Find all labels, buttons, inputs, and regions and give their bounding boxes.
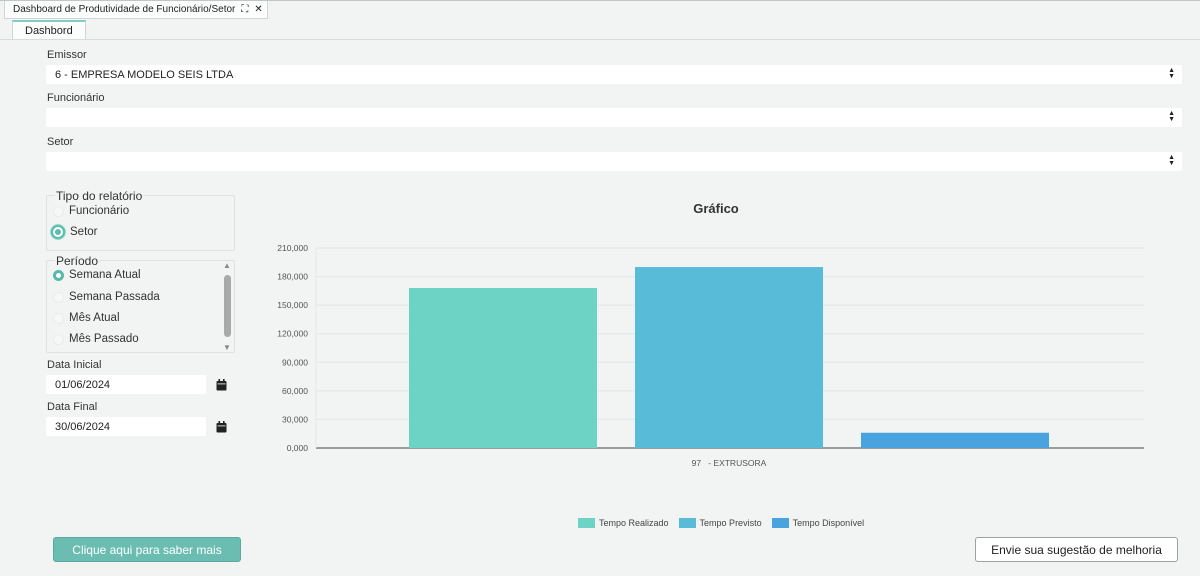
- y-tick-label: 180,000: [277, 272, 308, 282]
- report-type-title: Tipo do relatório: [55, 189, 144, 203]
- close-icon[interactable]: ✕: [254, 4, 262, 15]
- legend-item[interactable]: Tempo Disponível: [771, 518, 865, 528]
- radio-selected-icon[interactable]: [51, 225, 65, 239]
- radio-mes-atual-label: Mês Atual: [69, 312, 120, 324]
- end-date-input[interactable]: 30/06/2024: [46, 417, 206, 436]
- funcionario-select[interactable]: ▲ ▼: [46, 108, 1182, 127]
- emissor-value: 6 - EMPRESA MODELO SEIS LTDA: [55, 68, 234, 81]
- period-scrollbar[interactable]: ▲ ▼: [221, 260, 234, 353]
- emissor-select[interactable]: 6 - EMPRESA MODELO SEIS LTDA ▲ ▼: [46, 65, 1182, 84]
- legend-swatch: [771, 518, 789, 528]
- radio-mes-passado-label: Mês Passado: [69, 333, 139, 345]
- bar-tempo-realizado: [409, 288, 597, 448]
- y-tick-label: 210,000: [277, 243, 308, 253]
- legend-label: Tempo Disponível: [792, 518, 865, 528]
- period-title: Período: [55, 254, 100, 268]
- maximize-icon[interactable]: ⛶: [241, 4, 248, 15]
- radio-circle-icon[interactable]: [53, 312, 64, 324]
- radio-funcionario[interactable]: Funcionário: [53, 204, 129, 218]
- bar-chart: 0,000 30,000 60,000 90,000 120,000 150,000 180…: [277, 243, 1144, 468]
- end-date-label: Data Final: [47, 401, 98, 413]
- x-tick-label: 97 - EXTRUSORA: [692, 458, 767, 468]
- radio-semana-passada-label: Semana Passada: [69, 291, 160, 303]
- learn-more-button[interactable]: Clique aqui para saber mais: [53, 537, 241, 562]
- y-tick-label: 60,000: [282, 386, 308, 396]
- radio-setor-label: Setor: [70, 226, 98, 238]
- scroll-down-icon[interactable]: ▼: [223, 343, 231, 352]
- window-tabbar: Dashboard de Produtividade de Funcionári…: [0, 0, 1200, 19]
- radio-mes-passado[interactable]: Mês Passado: [53, 332, 139, 346]
- radio-semana-atual-label: Semana Atual: [69, 269, 141, 281]
- scroll-up-icon[interactable]: ▲: [223, 261, 231, 270]
- window-tab[interactable]: Dashboard de Produtividade de Funcionári…: [4, 1, 268, 19]
- y-tick-label: 30,000: [282, 414, 308, 424]
- chart-title: Gráfico: [693, 201, 739, 216]
- radio-funcionario-label: Funcionário: [69, 205, 130, 217]
- calendar-icon[interactable]: [210, 417, 232, 436]
- legend-item[interactable]: Tempo Realizado: [578, 518, 669, 528]
- chart-legend: Tempo Realizado Tempo Previsto Tempo Dispo…: [578, 518, 864, 528]
- legend-item[interactable]: Tempo Previsto: [678, 518, 762, 528]
- select-arrows-icon: ▲ ▼: [1168, 67, 1175, 80]
- select-arrows-icon: ▲ ▼: [1168, 110, 1175, 123]
- radio-circle-icon[interactable]: [53, 205, 64, 217]
- radio-circle-icon[interactable]: [53, 333, 64, 345]
- radio-semana-passada[interactable]: Semana Passada: [53, 290, 160, 304]
- y-tick-label: 0,000: [287, 443, 309, 453]
- calendar-icon[interactable]: [210, 375, 232, 394]
- scroll-thumb[interactable]: [224, 275, 231, 337]
- suggest-improvement-button[interactable]: Envie sua sugestão de melhoria: [975, 537, 1178, 562]
- start-date-input[interactable]: 01/06/2024: [46, 375, 206, 394]
- legend-swatch: [678, 518, 696, 528]
- radio-selected-icon[interactable]: [53, 269, 64, 281]
- y-tick-label: 90,000: [282, 357, 308, 367]
- setor-label: Setor: [47, 136, 74, 148]
- bar-tempo-previsto: [635, 267, 823, 448]
- emissor-label: Emissor: [47, 49, 87, 61]
- radio-semana-atual[interactable]: Semana Atual: [53, 268, 141, 282]
- window-tab-title: Dashboard de Produtividade de Funcionári…: [13, 4, 236, 15]
- legend-label: Tempo Previsto: [699, 518, 762, 528]
- tab-dashbord[interactable]: Dashbord: [12, 20, 86, 40]
- tab-divider: [0, 39, 1200, 40]
- start-date-label: Data Inicial: [47, 359, 102, 371]
- funcionario-label: Funcionário: [47, 92, 105, 104]
- bar-tempo-disponível: [861, 432, 1049, 448]
- legend-swatch: [578, 518, 595, 528]
- legend-label: Tempo Realizado: [599, 518, 669, 528]
- y-tick-label: 150,000: [277, 300, 308, 310]
- y-tick-label: 120,000: [277, 329, 308, 339]
- setor-select[interactable]: ▲ ▼: [46, 152, 1182, 171]
- radio-mes-atual[interactable]: Mês Atual: [53, 311, 120, 325]
- radio-circle-icon[interactable]: [53, 291, 64, 303]
- select-arrows-icon: ▲ ▼: [1168, 154, 1175, 167]
- radio-setor[interactable]: Setor: [51, 225, 98, 239]
